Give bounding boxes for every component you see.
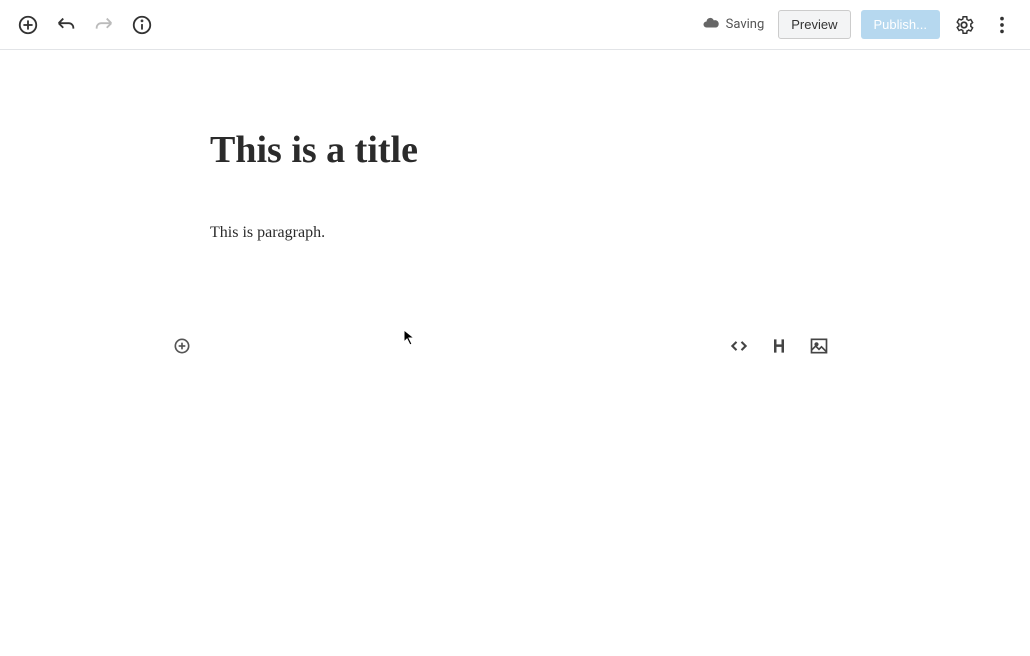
block-inserter-row <box>170 334 830 358</box>
settings-button[interactable] <box>950 11 978 39</box>
more-menu-button[interactable] <box>988 11 1016 39</box>
image-block-button[interactable] <box>808 335 830 357</box>
toolbar-right-group: Saving Preview Publish... <box>702 10 1016 39</box>
info-button[interactable] <box>128 11 156 39</box>
cloud-icon <box>702 14 720 36</box>
insert-block-button[interactable] <box>170 334 194 358</box>
editor-content: This is a title This is paragraph. <box>0 50 1030 242</box>
add-block-button[interactable] <box>14 11 42 39</box>
heading-block-button[interactable] <box>768 335 790 357</box>
post-paragraph[interactable]: This is paragraph. <box>210 224 820 242</box>
redo-button[interactable] <box>90 11 118 39</box>
post-title[interactable]: This is a title <box>210 128 820 172</box>
block-type-group <box>728 335 830 357</box>
code-block-button[interactable] <box>728 335 750 357</box>
editor-toolbar: Saving Preview Publish... <box>0 0 1030 50</box>
toolbar-left-group <box>14 11 156 39</box>
undo-button[interactable] <box>52 11 80 39</box>
saving-label: Saving <box>726 17 765 32</box>
publish-button[interactable]: Publish... <box>861 10 940 39</box>
saving-status: Saving <box>702 14 765 36</box>
preview-button[interactable]: Preview <box>778 10 850 39</box>
